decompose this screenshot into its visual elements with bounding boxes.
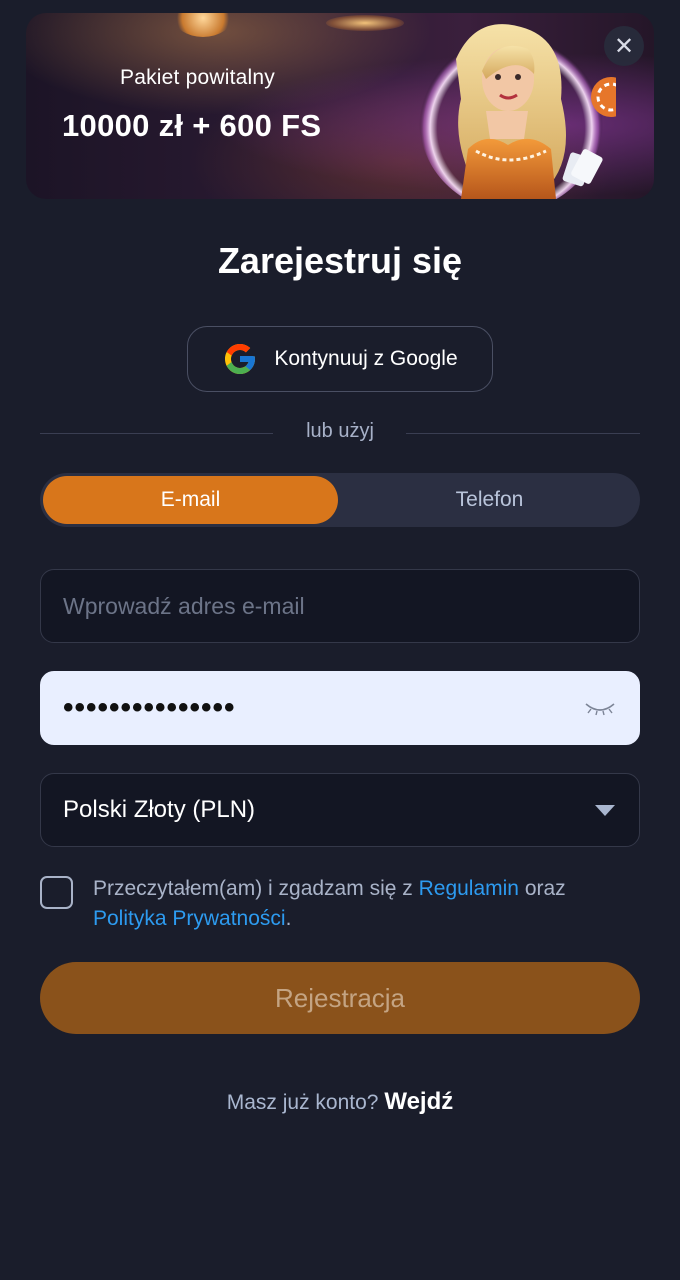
banner-subtitle: Pakiet powitalny (120, 66, 275, 89)
privacy-link[interactable]: Polityka Prywatności (93, 907, 286, 930)
signup-method-tabs: E-mail Telefon (40, 473, 640, 527)
ceiling-lamp (174, 13, 232, 37)
banner-offer: 10000 zł + 600 FS (62, 108, 322, 143)
currency-select[interactable]: Polski Złoty (PLN) (40, 773, 640, 847)
terms-checkbox[interactable] (40, 876, 73, 909)
terms-text: Przeczytałem(am) i zgadzam się z Regulam… (93, 874, 653, 934)
promo-banner[interactable]: Pakiet powitalny 10000 zł + 600 FS ✕ (26, 13, 654, 199)
login-prompt-row: Masz już konto? Wejdź (0, 1088, 680, 1116)
terms-middle: oraz (518, 877, 566, 900)
google-signin-button[interactable]: Kontynuuj z Google (187, 326, 493, 392)
password-field[interactable]: ••••••••••••••• (40, 671, 640, 745)
password-value[interactable]: ••••••••••••••• (63, 693, 583, 723)
caret-down-icon (595, 804, 615, 816)
google-logo-icon (225, 344, 256, 374)
terms-suffix: . (285, 907, 292, 930)
page-title: Zarejestruj się (217, 240, 463, 281)
tab-phone[interactable]: Telefon (342, 476, 637, 524)
close-icon[interactable]: ✕ (604, 26, 644, 66)
eye-closed-icon[interactable] (583, 698, 617, 718)
divider-line (406, 433, 640, 434)
email-field (40, 569, 640, 643)
terms-prefix: Przeczytałem(am) i zgadzam się z (93, 877, 419, 900)
ceiling-lamp (326, 15, 404, 31)
email-input[interactable] (63, 592, 617, 620)
or-divider: lub użyj (40, 420, 640, 446)
terms-link[interactable]: Regulamin (419, 877, 519, 900)
login-link[interactable]: Wejdź (384, 1088, 453, 1115)
google-button-label: Kontynuuj z Google (274, 347, 458, 370)
currency-value: Polski Złoty (PLN) (63, 796, 256, 823)
register-button[interactable]: Rejestracja (40, 962, 640, 1034)
login-prompt: Masz już konto? (226, 1091, 379, 1114)
divider-text: lub użyj (306, 420, 374, 442)
banner-illustration (419, 24, 616, 199)
tab-email[interactable]: E-mail (43, 476, 338, 524)
